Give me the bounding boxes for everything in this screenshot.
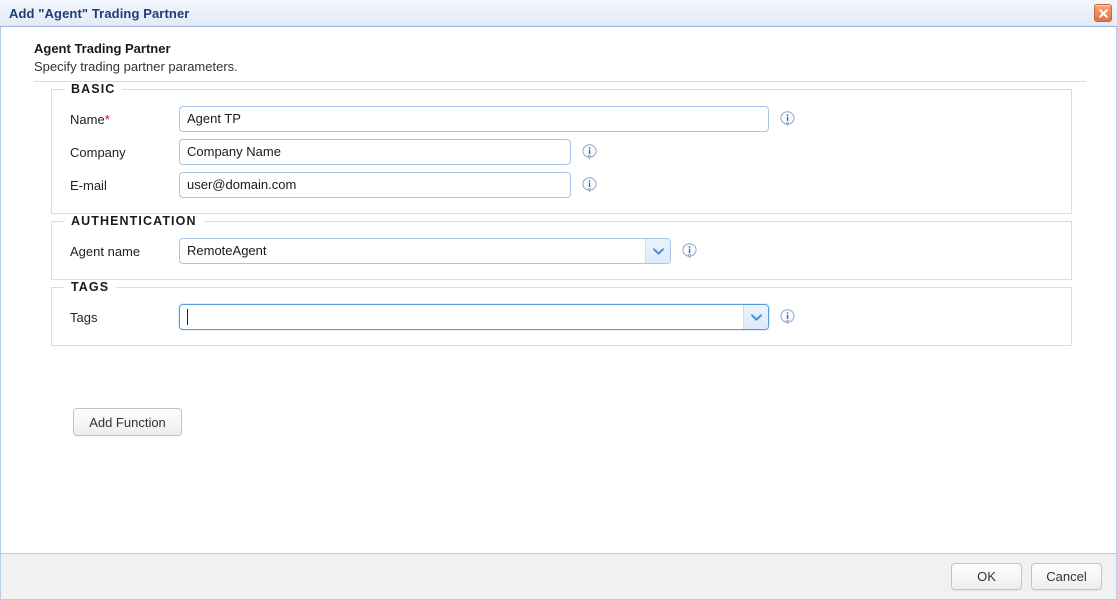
dialog-titlebar: Add "Agent" Trading Partner bbox=[0, 0, 1117, 27]
email-input[interactable] bbox=[180, 174, 570, 196]
name-label: Name* bbox=[52, 112, 179, 127]
ok-button[interactable]: OK bbox=[951, 563, 1022, 590]
tags-input[interactable] bbox=[180, 306, 743, 328]
name-field[interactable] bbox=[179, 106, 769, 132]
text-cursor bbox=[187, 309, 188, 325]
company-input[interactable] bbox=[180, 141, 570, 163]
dialog-title: Add "Agent" Trading Partner bbox=[9, 5, 190, 21]
name-info-icon[interactable] bbox=[780, 111, 795, 127]
field-row-email: E-mail bbox=[52, 169, 1071, 201]
email-info-icon[interactable] bbox=[582, 177, 597, 193]
name-input[interactable] bbox=[180, 108, 768, 130]
field-row-agent-name: Agent name bbox=[52, 235, 1071, 267]
group-tags: TAGS Tags bbox=[51, 280, 1072, 346]
tags-label: Tags bbox=[70, 309, 98, 325]
agent-name-combobox[interactable] bbox=[179, 238, 671, 264]
chevron-down-icon bbox=[750, 313, 762, 321]
field-row-tags: Tags bbox=[52, 301, 1071, 333]
agent-name-label: Agent name bbox=[70, 243, 141, 259]
chevron-down-icon bbox=[652, 247, 664, 255]
agent-name-dropdown-button[interactable] bbox=[645, 239, 670, 263]
company-info-icon[interactable] bbox=[582, 144, 597, 160]
name-label-text: Name bbox=[70, 111, 105, 127]
page-header: Agent Trading Partner Specify trading pa… bbox=[1, 27, 1116, 82]
page-subtitle: Specify trading partner parameters. bbox=[34, 59, 238, 74]
group-basic-legend: BASIC bbox=[71, 82, 116, 96]
field-row-company: Company bbox=[52, 136, 1071, 168]
field-row-name: Name* bbox=[52, 103, 1071, 135]
close-icon bbox=[1098, 8, 1108, 18]
group-basic: BASIC Name* Agent TP Company Company Nam… bbox=[51, 82, 1072, 214]
add-function-wrap: Add Function bbox=[51, 408, 1116, 436]
email-label: E-mail bbox=[70, 177, 107, 193]
page-title: Agent Trading Partner bbox=[34, 41, 171, 56]
email-field[interactable] bbox=[179, 172, 571, 198]
add-function-button[interactable]: Add Function bbox=[73, 408, 182, 436]
tags-combobox[interactable] bbox=[179, 304, 769, 330]
dialog-footer: OK Cancel bbox=[0, 553, 1117, 600]
company-field[interactable] bbox=[179, 139, 571, 165]
required-asterisk: * bbox=[104, 111, 110, 127]
tags-info-icon[interactable] bbox=[780, 309, 795, 325]
group-authentication: AUTHENTICATION Agent name bbox=[51, 214, 1072, 280]
close-button[interactable] bbox=[1094, 4, 1112, 22]
group-tags-legend: TAGS bbox=[71, 280, 110, 294]
cancel-button[interactable]: Cancel bbox=[1031, 563, 1102, 590]
company-label: Company bbox=[70, 144, 126, 160]
form-area: BASIC Name* Agent TP Company Company Nam… bbox=[1, 82, 1116, 436]
dialog-window: Add "Agent" Trading Partner Agent Tradin… bbox=[0, 0, 1117, 600]
dialog-body: Agent Trading Partner Specify trading pa… bbox=[0, 27, 1117, 553]
agent-name-info-icon[interactable] bbox=[682, 243, 697, 259]
group-authentication-legend: AUTHENTICATION bbox=[71, 214, 197, 228]
agent-name-input[interactable] bbox=[180, 240, 645, 262]
tags-dropdown-button[interactable] bbox=[743, 305, 768, 329]
